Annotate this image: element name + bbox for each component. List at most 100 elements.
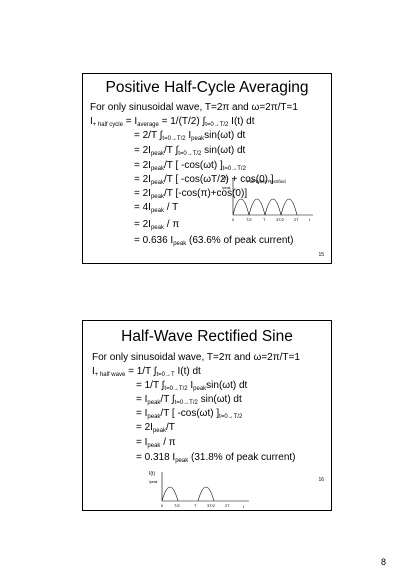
graph-tick: 2T xyxy=(225,503,230,508)
graph-tick: T xyxy=(194,503,197,508)
formula-text: = 2/T ∫ xyxy=(134,130,163,141)
graph-xlabel: t xyxy=(309,217,311,222)
formula-text: = I xyxy=(136,437,148,448)
formula-text: /T ∫ xyxy=(163,145,179,156)
formula-text: = I xyxy=(136,408,148,419)
formula-text: = 2I xyxy=(134,219,151,230)
formula-text: = 2I xyxy=(134,160,151,171)
formula-subscript: t=0→T/2 xyxy=(174,400,198,406)
formula-subscript: peak xyxy=(147,414,161,420)
formula-text: = 0.636 I xyxy=(134,235,174,246)
formula-line: = 0.636 Ipeak (63.6% of peak current) xyxy=(134,235,294,248)
formula-text: = I xyxy=(122,116,138,127)
formula-text: = 1/T ∫ xyxy=(125,366,157,377)
formula-line: For only sinusoidal wave, T=2π and ω=2π/… xyxy=(92,352,300,364)
formula-text: = 2I xyxy=(134,174,151,185)
formula-text: I(t) dt xyxy=(174,366,201,377)
graph-ylabel: I(t) xyxy=(222,176,228,182)
formula-subscript: peak xyxy=(147,443,161,449)
formula-subscript: peak xyxy=(173,241,187,247)
slide-positive-half-cycle: Positive Half-Cycle Averaging For only s… xyxy=(82,73,332,264)
formula-subscript: t=0→T/2 xyxy=(205,122,229,128)
formula-line: = 1/T ∫t=0→T/2 Ipeaksin(ωt) dt xyxy=(136,380,247,393)
graph-tick: 2T xyxy=(294,217,299,222)
formula-subscript: peak xyxy=(193,386,207,392)
slide-title: Half-Wave Rectified Sine xyxy=(121,328,293,345)
formula-subscript: + half cycle xyxy=(92,122,123,128)
formula-text: / π xyxy=(163,219,180,230)
formula-subscript: peak xyxy=(150,208,164,214)
formula-line: = 2Ipeak/T ∫t=0→T/2 sin(ωt) dt xyxy=(134,145,245,158)
graph-tick: T xyxy=(263,217,266,222)
formula-subscript: peak xyxy=(150,180,164,186)
formula-line: For only sinusoidal wave, T=2π and ω=2π/… xyxy=(90,102,298,114)
formula-line: = Ipeak/T ∫t=0→T/2 sin(ωt) dt xyxy=(136,394,242,407)
formula-line: = Ipeak/T [ -cos(ωt) ]t=0→T/2 xyxy=(136,408,242,421)
formula-text: = 2I xyxy=(134,145,151,156)
formula-text: = 4I xyxy=(134,202,151,213)
formula-text: (63.6% of peak current) xyxy=(186,235,294,246)
formula-subscript: peak xyxy=(150,194,164,200)
formula-subscript: peak xyxy=(150,151,164,157)
graph-tick: 0 xyxy=(161,503,164,508)
graph-title: Full Wave Rectified xyxy=(247,179,286,184)
formula-line: = 0.318 Ipeak (31.8% of peak current) xyxy=(136,452,296,465)
graph-peak-label: Ipeak xyxy=(222,186,231,190)
formula-subscript: peak xyxy=(175,458,189,464)
graph-tick: T/2 xyxy=(246,217,253,222)
graph-xlabel: t xyxy=(243,504,245,509)
formula-text: = 2I xyxy=(136,422,153,433)
graph-peak-label: Ipeak xyxy=(149,480,158,484)
formula-subscript: peak xyxy=(147,400,161,406)
formula-subscript: t=0→T/2 xyxy=(162,136,186,142)
formula-line: = 2Ipeak/T xyxy=(136,422,175,435)
graph-wave xyxy=(161,486,215,502)
full-wave-rectified-graph: I(t) Ipeak Full Wave Rectified 0 T/2 T 3… xyxy=(222,176,313,222)
formula-text: For only sinusoidal wave, T=2π and ω=2π/… xyxy=(92,352,300,363)
formula-subscript: t=0→T/2 xyxy=(219,414,243,420)
formula-text: sin(ωt) dt xyxy=(206,380,248,391)
formula-line: I+ half cycle = Iaverage = 1/(T/2) ∫t=0→… xyxy=(90,116,255,129)
graph-tick: 3T/2 xyxy=(276,217,285,222)
graph-tick: T/2 xyxy=(174,503,181,508)
formula-text: sin(ωt) dt xyxy=(201,145,246,156)
formula-text: = 0.318 I xyxy=(136,452,176,463)
half-wave-rectified-graph: I(t) Ipeak 0 T/2 T 3T/2 2T t xyxy=(149,471,249,509)
formula-subscript: peak xyxy=(152,428,166,434)
formula-text: = I xyxy=(136,394,148,405)
formula-subscript: t=0→T xyxy=(156,372,175,378)
formula-subscript: peak xyxy=(150,225,164,231)
formula-line: = 2Ipeak / π xyxy=(134,219,179,232)
formula-subscript: t=0→T/2 xyxy=(222,166,246,172)
slide-number: 16 xyxy=(318,477,324,483)
formula-subscript: t=0→T/2 xyxy=(164,386,188,392)
formula-subscript: average xyxy=(137,122,159,128)
formula-text: = 1/(T/2) ∫ xyxy=(158,116,206,127)
formula-subscript: peak xyxy=(191,136,205,142)
formula-subscript: t=0→T/2 xyxy=(178,151,202,157)
slide-half-wave-rectified: Half-Wave Rectified Sine For only sinuso… xyxy=(82,320,332,511)
formula-text: /T [ -cos(ωt) ] xyxy=(160,408,220,419)
formula-text: /T ∫ xyxy=(160,394,175,405)
formula-text: / π xyxy=(160,437,176,448)
formula-text: = 1/T ∫ xyxy=(136,380,165,391)
formula-text: (31.8% of peak current) xyxy=(188,452,296,463)
formula-line: I+ half wave = 1/T ∫t=0→T I(t) dt xyxy=(92,366,201,379)
graph-tick: 3T/2 xyxy=(207,503,216,508)
formula-text: I(t) dt xyxy=(228,116,255,127)
slide-number: 15 xyxy=(318,252,324,258)
graph-wave xyxy=(232,198,298,216)
formula-line: = 4Ipeak / T xyxy=(134,202,178,215)
formula-text: = 2I xyxy=(134,188,151,199)
formula-text: /T xyxy=(165,422,175,433)
formula-text: For only sinusoidal wave, T=2π and ω=2π/… xyxy=(90,102,298,113)
formula-text: sin(ωt) dt xyxy=(204,130,246,141)
formula-line: = 2/T ∫t=0→T/2 Ipeaksin(ωt) dt xyxy=(134,130,245,143)
formula-line: = 2Ipeak/T [ -cos(ωt) ]t=0→T/2 xyxy=(134,160,246,173)
graph-tick: 0 xyxy=(232,217,235,222)
formula-text: /T [ -cos(ωt) ] xyxy=(163,160,223,171)
page-number: 8 xyxy=(380,557,386,567)
formula-text: sin(ωt) dt xyxy=(197,394,242,405)
formula-text: / T xyxy=(163,202,179,213)
graph-ylabel: I(t) xyxy=(149,471,155,477)
